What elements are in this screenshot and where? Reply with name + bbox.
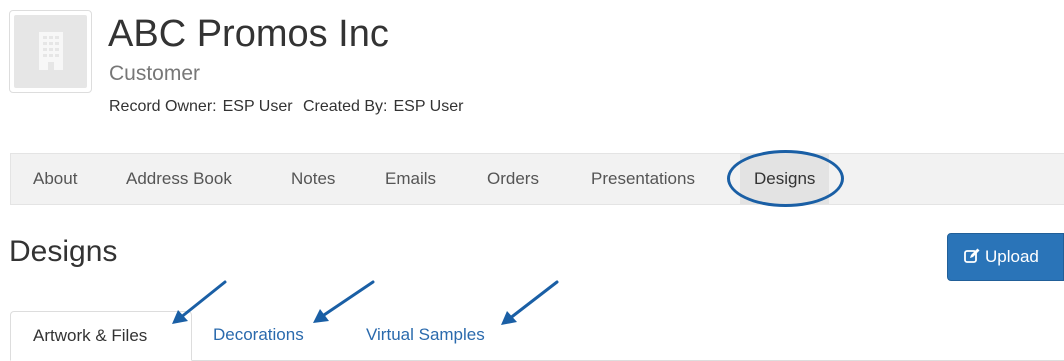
page-title: Designs bbox=[9, 235, 118, 268]
record-owner-label: Record Owner: bbox=[109, 98, 217, 115]
tab-decorations[interactable]: Decorations bbox=[213, 311, 304, 361]
avatar bbox=[9, 10, 92, 93]
tab-artwork-files[interactable]: Artwork & Files bbox=[10, 311, 192, 361]
nav-tab-notes[interactable]: Notes bbox=[291, 154, 335, 204]
tab-virtual-samples[interactable]: Virtual Samples bbox=[366, 311, 485, 361]
nav-tab-designs[interactable]: Designs bbox=[740, 154, 830, 204]
edit-icon bbox=[964, 248, 980, 263]
company-name: ABC Promos Inc bbox=[108, 13, 389, 55]
designs-tab-bar: Artwork & Files Decorations Virtual Samp… bbox=[10, 311, 1064, 361]
nav-tab-about[interactable]: About bbox=[33, 154, 77, 204]
nav-tab-presentations[interactable]: Presentations bbox=[591, 154, 695, 204]
record-meta: Record Owner: ESP User Created By: ESP Use… bbox=[109, 97, 469, 117]
avatar-placeholder bbox=[14, 15, 87, 88]
nav-tab-emails[interactable]: Emails bbox=[385, 154, 436, 204]
record-nav-bar: About Address Book Notes Emails Orders P… bbox=[10, 153, 1064, 205]
record-owner: ESP User bbox=[222, 98, 293, 115]
record-type: Customer bbox=[109, 62, 201, 85]
upload-button-label: Upload bbox=[985, 247, 1039, 266]
nav-tab-orders[interactable]: Orders bbox=[487, 154, 539, 204]
created-by: ESP User bbox=[393, 98, 464, 115]
upload-button[interactable]: Upload bbox=[947, 233, 1064, 281]
nav-tab-address-book[interactable]: Address Book bbox=[126, 154, 232, 204]
created-by-label: Created By: bbox=[303, 98, 388, 115]
building-icon bbox=[39, 32, 63, 70]
